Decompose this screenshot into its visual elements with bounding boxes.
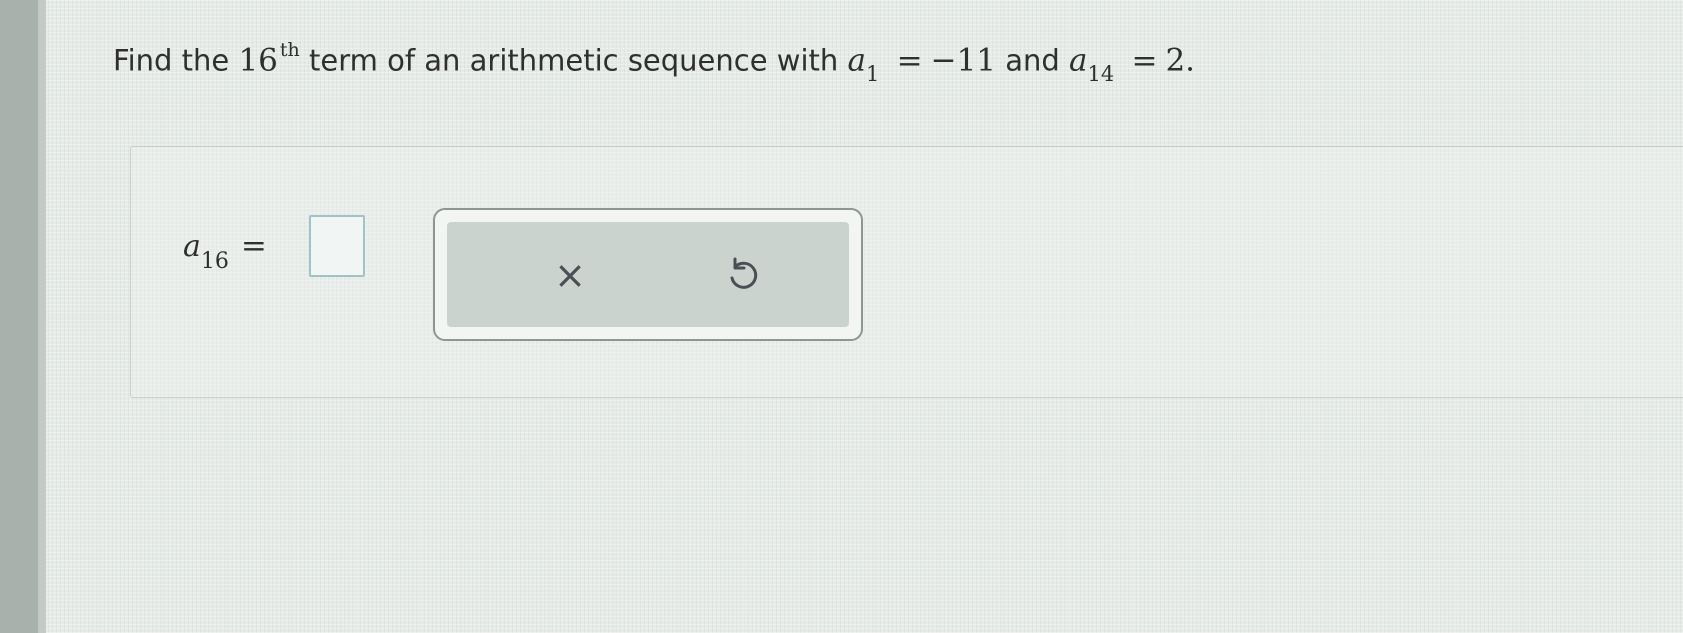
question-connector: and xyxy=(1005,43,1060,78)
term1-equals: = xyxy=(896,42,923,79)
term2-variable: a xyxy=(1069,42,1088,79)
ordinal-number: 16 xyxy=(238,42,278,79)
undo-icon xyxy=(730,257,758,289)
answer-index: 16 xyxy=(200,249,229,275)
term1-index: 1 xyxy=(866,62,880,87)
ordinal-suffix: th xyxy=(279,39,300,61)
left-edge-shadow xyxy=(0,0,46,633)
clear-button[interactable]: × xyxy=(545,250,595,300)
answer-equals: = xyxy=(240,228,267,264)
answer-toolbar: × xyxy=(433,208,863,341)
term2-equals: = xyxy=(1131,42,1158,79)
undo-button[interactable] xyxy=(717,250,767,300)
answer-variable: a xyxy=(183,229,201,264)
toolbar-background: × xyxy=(447,222,849,327)
term2-index: 14 xyxy=(1087,62,1115,87)
question-text: Find the 16th term of an arithmetic sequ… xyxy=(113,34,1195,90)
left-edge-highlight xyxy=(38,0,46,633)
answer-input[interactable] xyxy=(309,215,365,277)
term2-value: 2. xyxy=(1165,42,1196,79)
term1-value: −11 xyxy=(930,42,997,79)
term1-variable: a xyxy=(847,42,867,79)
question-middle: term of an arithmetic sequence with xyxy=(309,43,839,78)
clear-icon: × xyxy=(554,253,586,297)
answer-label: a16 = xyxy=(183,228,277,274)
question-prefix: Find the xyxy=(113,43,230,78)
